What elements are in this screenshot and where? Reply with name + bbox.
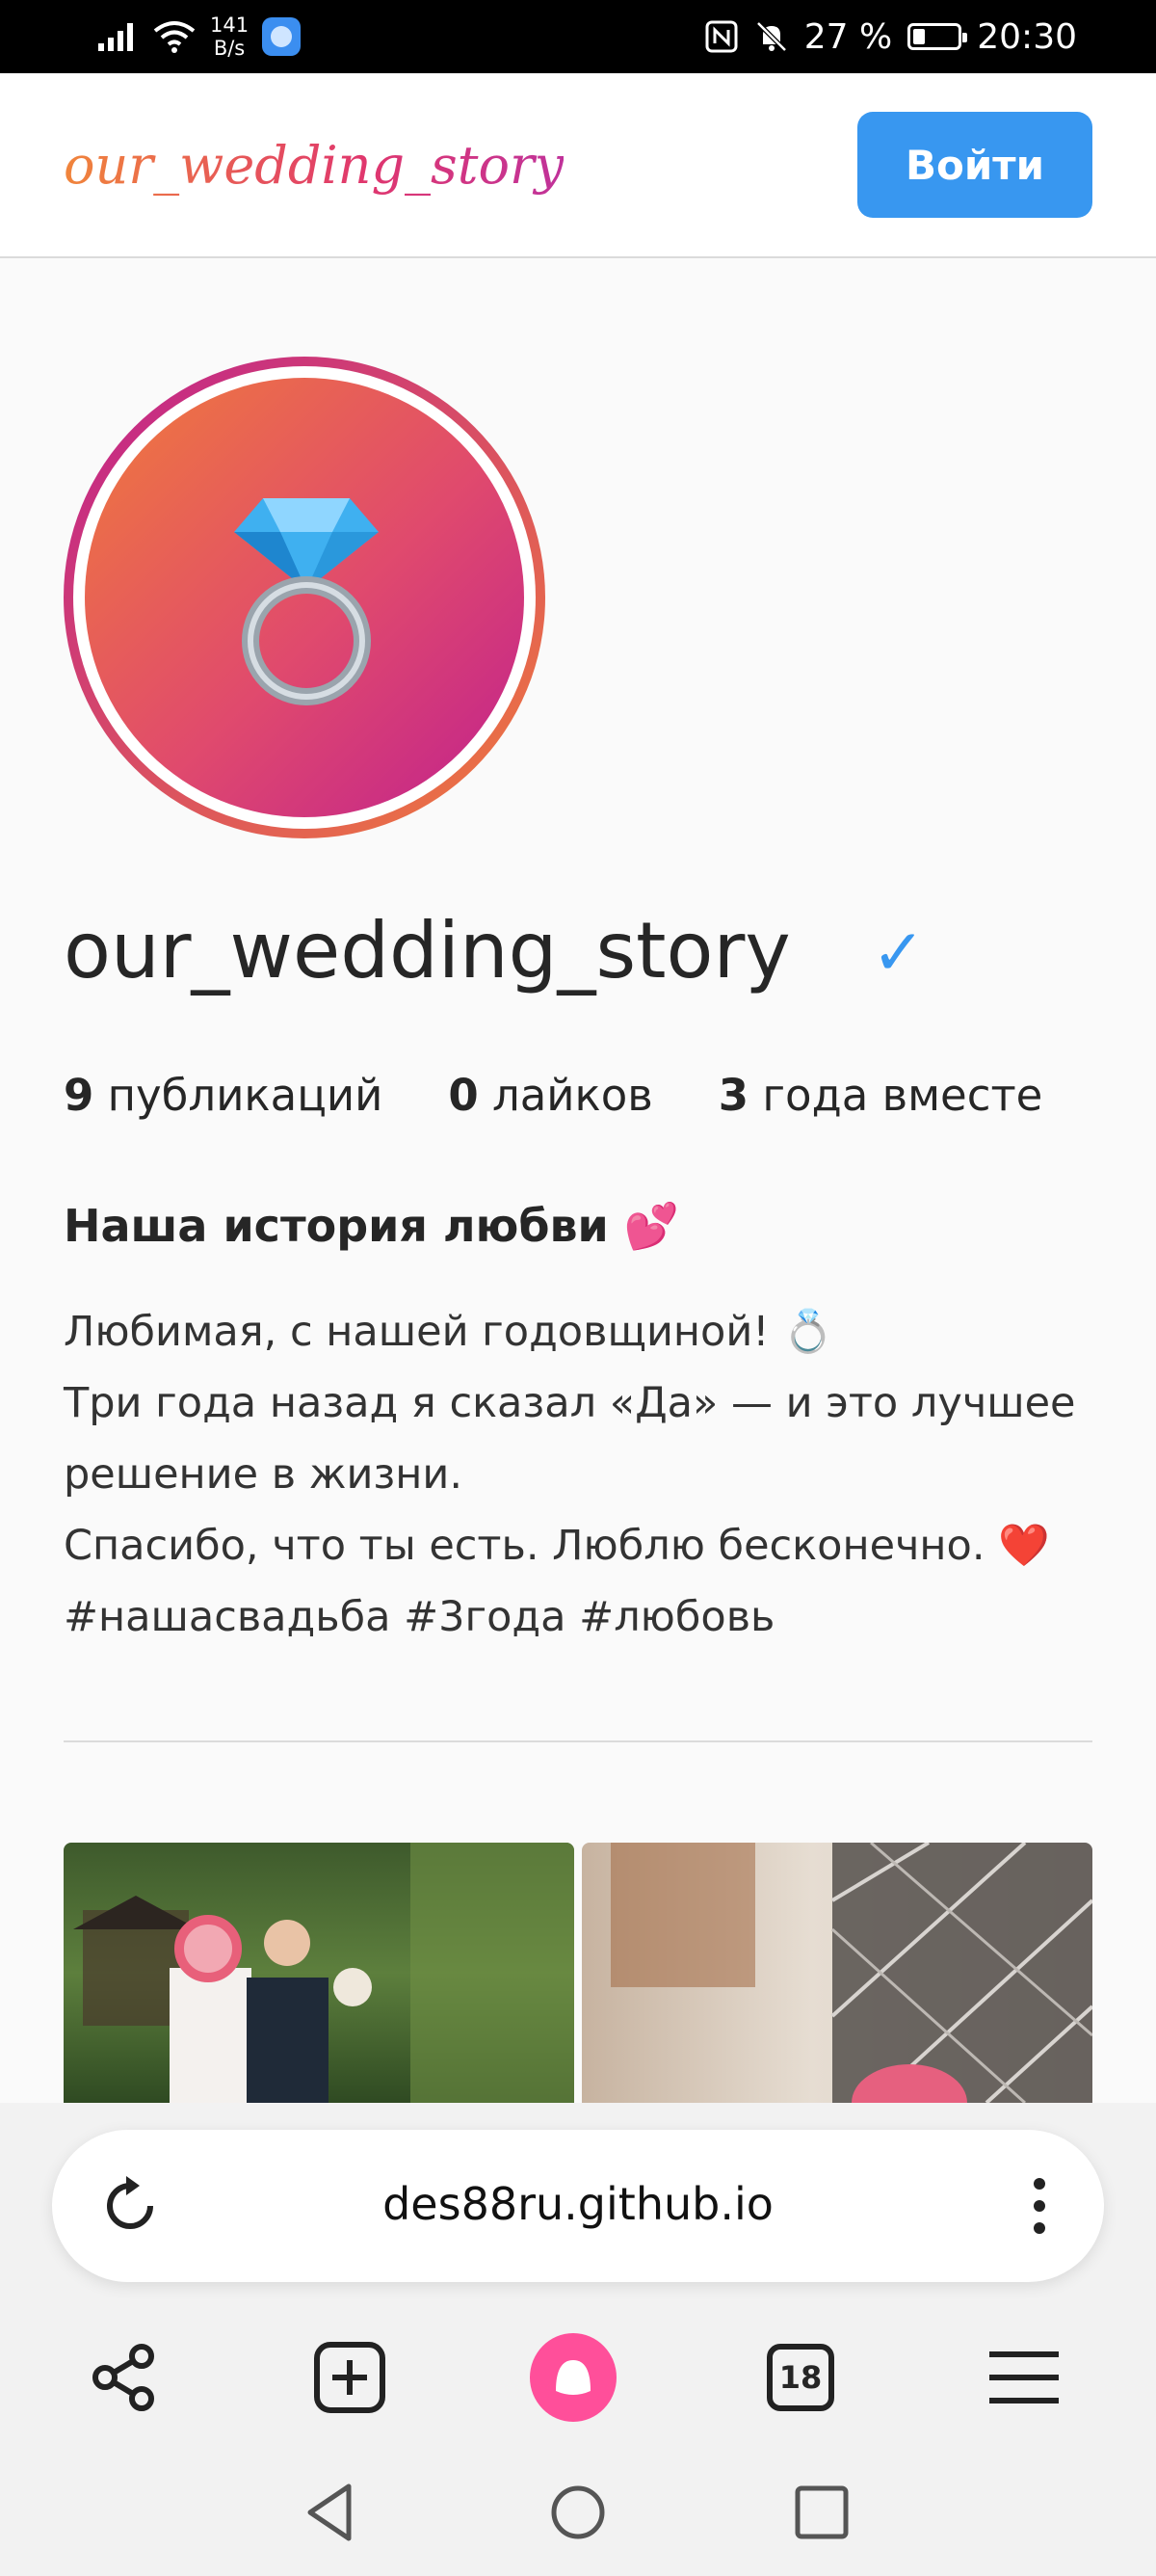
battery-icon	[907, 23, 968, 50]
browser-toolbar: des88ru.github.io 18	[0, 2103, 1156, 2576]
login-button[interactable]: Войти	[857, 112, 1092, 218]
url-text[interactable]: des88ru.github.io	[52, 2178, 1104, 2230]
stat-years-together: 3 года вместе	[718, 1070, 1043, 1121]
system-navigation	[0, 2459, 1156, 2565]
bio-line: Спасибо, что ты есть. Люблю бесконечно. …	[64, 1522, 1050, 1570]
stat-posts: 9 публикаций	[64, 1070, 383, 1121]
wifi-icon	[153, 21, 196, 53]
post-thumbnail[interactable]	[582, 1843, 1092, 2103]
bio-text: Любимая, с нашей годовщиной! 💍 Три года …	[64, 1296, 1104, 1653]
tabs-icon[interactable]: 18	[757, 2334, 844, 2421]
menu-icon[interactable]	[981, 2334, 1067, 2421]
verified-badge-icon: ✓	[872, 916, 926, 990]
address-bar[interactable]: des88ru.github.io	[52, 2130, 1104, 2282]
status-bar: 141 B/s 27 % 20:30	[0, 0, 1156, 73]
profile-avatar[interactable]	[64, 357, 545, 838]
profile-stats: 9 публикаций 0 лайков 3 года вместе	[64, 1070, 1042, 1121]
more-icon[interactable]	[1025, 2172, 1054, 2240]
post-thumbnail[interactable]	[64, 1843, 574, 2103]
app-notification-icon	[262, 17, 302, 56]
bell-off-icon	[756, 21, 787, 52]
recents-icon[interactable]	[788, 2479, 855, 2546]
stat-likes: 0 лайков	[448, 1070, 653, 1121]
alice-icon[interactable]	[530, 2333, 617, 2422]
browser-nav: 18	[0, 2324, 1156, 2430]
bio-title: Наша история любви 💕	[64, 1200, 680, 1252]
bio-hashtags[interactable]: #нашасвадьба #3года #любовь	[64, 1581, 1104, 1653]
new-tab-icon[interactable]	[306, 2334, 393, 2421]
site-header: our_wedding_story Войти	[0, 73, 1156, 258]
ring-icon	[234, 498, 379, 705]
profile-username: our_wedding_story	[64, 906, 791, 996]
back-icon[interactable]	[297, 2479, 364, 2546]
site-logo[interactable]: our_wedding_story	[64, 135, 564, 196]
battery-percent: 27 %	[803, 16, 893, 57]
nfc-icon	[705, 20, 738, 53]
tabs-count: 18	[767, 2344, 834, 2411]
clock: 20:30	[977, 16, 1077, 57]
home-icon[interactable]	[544, 2479, 612, 2546]
divider	[64, 1740, 1092, 1742]
bio-line: Три года назад я сказал «Да» — и это луч…	[64, 1379, 1076, 1427]
signal-icon	[98, 23, 133, 51]
share-icon[interactable]	[81, 2334, 168, 2421]
bio-line: решение в жизни.	[64, 1450, 463, 1499]
network-speed: 141 B/s	[210, 13, 250, 60]
bio-line: Любимая, с нашей годовщиной! 💍	[64, 1308, 834, 1356]
